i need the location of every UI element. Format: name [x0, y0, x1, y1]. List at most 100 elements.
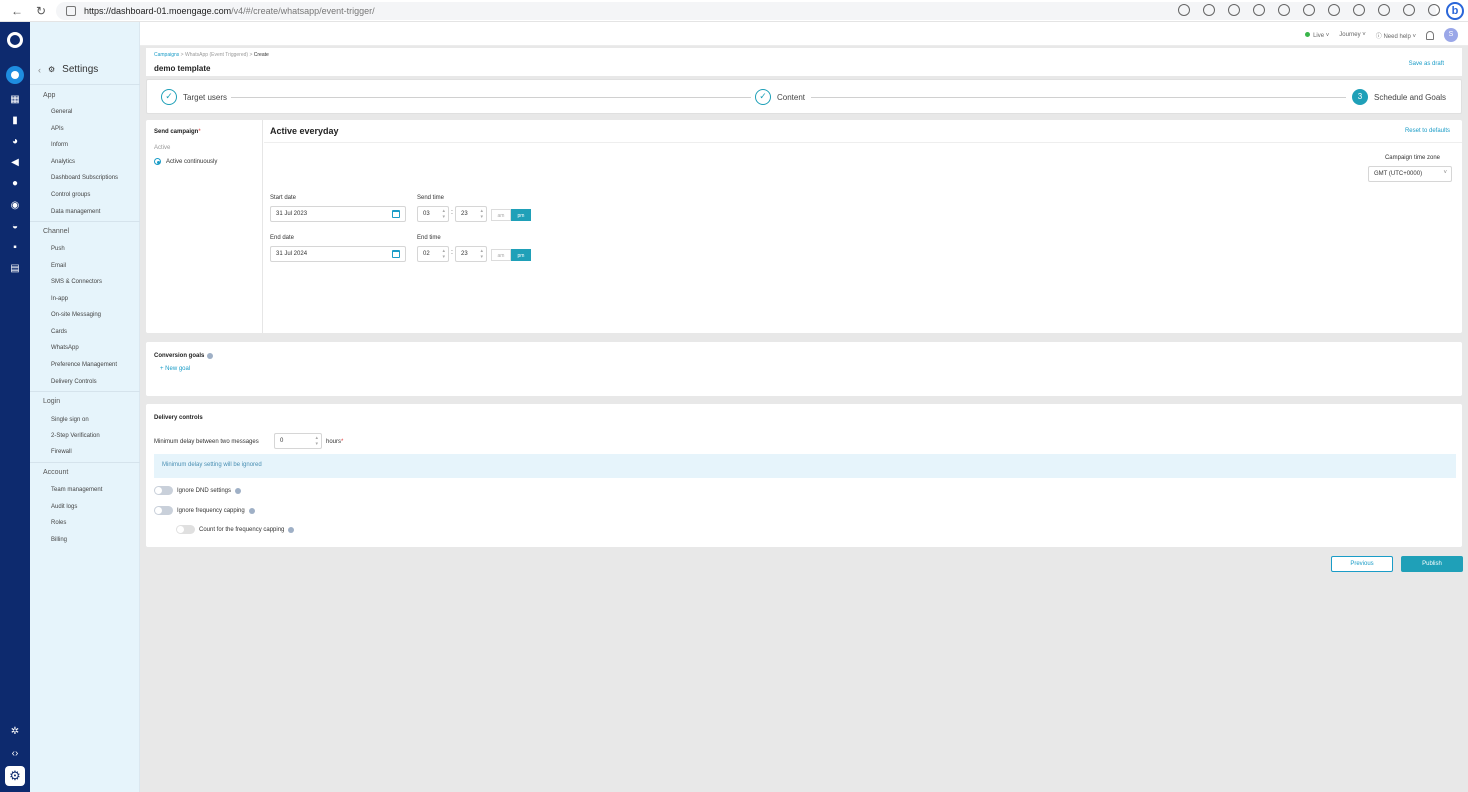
- bar-chart-icon[interactable]: ▮: [9, 115, 21, 127]
- sidebar-item-control-groups[interactable]: Control groups: [51, 192, 90, 198]
- more-icon[interactable]: [1428, 4, 1440, 16]
- count-frequency-toggle[interactable]: [176, 525, 195, 534]
- save-as-draft-link[interactable]: Save as draft: [1409, 61, 1444, 67]
- sidebar-item-sms-connectors[interactable]: SMS & Connectors: [51, 279, 102, 285]
- sidebar-item-data-management[interactable]: Data management: [51, 209, 100, 215]
- end-pm-toggle[interactable]: pm: [511, 249, 531, 261]
- publish-button[interactable]: Publish: [1401, 556, 1463, 572]
- info-icon[interactable]: [235, 487, 242, 494]
- active-continuously-option[interactable]: Active continuously: [154, 158, 217, 165]
- end-date-input[interactable]: 31 Jul 2024: [270, 246, 406, 262]
- sidebar-item-apis[interactable]: APIs: [51, 126, 64, 132]
- sidebar-item-in-app[interactable]: In-app: [51, 296, 68, 302]
- sidebar-item-dashboard-subscriptions[interactable]: Dashboard Subscriptions: [51, 175, 118, 181]
- calendar-icon[interactable]: [392, 210, 400, 218]
- sidebar-item-2-step-verification[interactable]: 2-Step Verification: [51, 433, 100, 439]
- sidebar-item-general[interactable]: General: [51, 109, 72, 115]
- collapse-chevron-icon[interactable]: ‹: [38, 65, 41, 75]
- sidebar-section-channel: Channel: [43, 228, 70, 235]
- sidebar-item-email[interactable]: Email: [51, 263, 66, 269]
- calendar-icon[interactable]: [392, 250, 400, 258]
- back-arrow-icon[interactable]: ←: [10, 4, 24, 18]
- integrations-icon[interactable]: ✲: [9, 726, 21, 738]
- document-icon[interactable]: ▪: [9, 242, 21, 254]
- stepper-arrows-icon[interactable]: ▴ ▾: [480, 248, 483, 260]
- stack-icon[interactable]: ▤: [9, 263, 21, 275]
- grid-icon[interactable]: ▦: [9, 94, 21, 106]
- end-minute-input[interactable]: 23 ▴ ▾: [455, 246, 487, 262]
- app-nav-rail: ▦ ▮ ◕ ◀ ● ◉ ◒ ▪ ▤ ✲ ‹› ⚙: [0, 22, 30, 792]
- sidebar-item-on-site-messaging[interactable]: On-site Messaging: [51, 312, 101, 318]
- end-am-toggle[interactable]: am: [491, 249, 511, 261]
- sidebar-item-whatsapp[interactable]: WhatsApp: [51, 345, 79, 351]
- sidebar-item-inform[interactable]: Inform: [51, 142, 68, 148]
- journey-menu[interactable]: Journey ˅: [1339, 32, 1366, 38]
- need-help-menu[interactable]: ⓘ Need help ˅: [1376, 31, 1416, 40]
- ignore-frequency-toggle[interactable]: [154, 506, 173, 515]
- profile-icon[interactable]: [1403, 4, 1415, 16]
- read-aloud-icon[interactable]: [1178, 4, 1190, 16]
- min-delay-input[interactable]: 0 ▴ ▾: [274, 433, 322, 449]
- stepper-arrows-icon[interactable]: ▴ ▾: [480, 208, 483, 220]
- stepper-arrows-icon[interactable]: ▴ ▾: [442, 248, 445, 260]
- extension-icon[interactable]: [1253, 4, 1265, 16]
- radio-label: Active continuously: [166, 158, 218, 165]
- sidebar-item-analytics[interactable]: Analytics: [51, 159, 75, 165]
- stepper-arrows-icon[interactable]: ▴ ▾: [442, 208, 445, 220]
- bing-copilot-icon[interactable]: b: [1446, 2, 1464, 20]
- main-content: Campaigns > WhatsApp (Event Triggered) >…: [140, 46, 1468, 792]
- breadcrumb: Campaigns > WhatsApp (Event Triggered) >…: [154, 52, 269, 58]
- dashboard-icon[interactable]: [6, 66, 24, 84]
- send-hour-input[interactable]: 03 ▴ ▾: [417, 206, 449, 222]
- step-content[interactable]: ✓ Content: [755, 89, 805, 105]
- moengage-logo-icon[interactable]: [7, 32, 23, 48]
- sidebar-item-preference-management[interactable]: Preference Management: [51, 362, 117, 368]
- settings-gear-icon[interactable]: ⚙: [5, 766, 25, 786]
- favorites-icon[interactable]: [1328, 4, 1340, 16]
- timezone-select[interactable]: GMT (UTC+0000) ˅: [1368, 166, 1452, 182]
- send-minute-input[interactable]: 23 ▴ ▾: [455, 206, 487, 222]
- send-am-toggle[interactable]: am: [491, 209, 511, 221]
- sidebar-item-audit-logs[interactable]: Audit logs: [51, 504, 77, 510]
- extension-red-icon[interactable]: [1378, 4, 1390, 16]
- notification-bell-icon[interactable]: [1426, 30, 1434, 40]
- send-pm-toggle[interactable]: pm: [511, 209, 531, 221]
- info-icon[interactable]: [288, 526, 295, 533]
- code-icon[interactable]: ‹›: [9, 748, 21, 760]
- chat-icon[interactable]: ◒: [9, 221, 21, 233]
- step-schedule-and-goals[interactable]: 3 Schedule and Goals: [1352, 89, 1446, 105]
- radio-selected[interactable]: [154, 158, 161, 165]
- sidebar-item-billing[interactable]: Billing: [51, 537, 67, 543]
- reload-icon[interactable]: ↻: [34, 4, 48, 18]
- avatar[interactable]: S: [1444, 28, 1458, 42]
- favorite-star-icon[interactable]: [1228, 4, 1240, 16]
- sidebar-item-firewall[interactable]: Firewall: [51, 449, 72, 455]
- end-hour-input[interactable]: 02 ▴ ▾: [417, 246, 449, 262]
- reset-to-defaults-link[interactable]: Reset to defaults: [1405, 128, 1450, 134]
- step-target-users[interactable]: ✓ Target users: [161, 89, 227, 105]
- sidebar-item-team-management[interactable]: Team management: [51, 487, 102, 493]
- bulb-icon[interactable]: ●: [9, 178, 21, 190]
- settings-header: ‹ ⚙ Settings: [38, 64, 98, 75]
- split-screen-icon[interactable]: [1303, 4, 1315, 16]
- start-date-input[interactable]: 31 Jul 2023: [270, 206, 406, 222]
- stepper-arrows-icon[interactable]: ▴ ▾: [315, 435, 318, 447]
- segment-icon[interactable]: ◉: [9, 200, 21, 212]
- previous-button[interactable]: Previous: [1331, 556, 1393, 572]
- sidebar-item-roles[interactable]: Roles: [51, 520, 66, 526]
- info-icon[interactable]: [248, 507, 255, 514]
- collections-icon[interactable]: [1353, 4, 1365, 16]
- zoom-icon[interactable]: [1203, 4, 1215, 16]
- refresh-extension-icon[interactable]: [1278, 4, 1290, 16]
- live-toggle[interactable]: Live ˅: [1305, 31, 1329, 39]
- sidebar-item-delivery-controls[interactable]: Delivery Controls: [51, 379, 97, 385]
- sidebar-item-single-sign-on[interactable]: Single sign on: [51, 417, 89, 423]
- pie-chart-icon[interactable]: ◕: [9, 136, 21, 148]
- sidebar-item-push[interactable]: Push: [51, 246, 65, 252]
- sidebar-item-cards[interactable]: Cards: [51, 329, 67, 335]
- megaphone-icon[interactable]: ◀: [9, 157, 21, 169]
- info-icon[interactable]: [207, 353, 214, 359]
- new-goal-button[interactable]: + New goal: [160, 366, 190, 372]
- ignore-dnd-toggle[interactable]: [154, 486, 173, 495]
- breadcrumb-campaigns-link[interactable]: Campaigns: [154, 52, 179, 58]
